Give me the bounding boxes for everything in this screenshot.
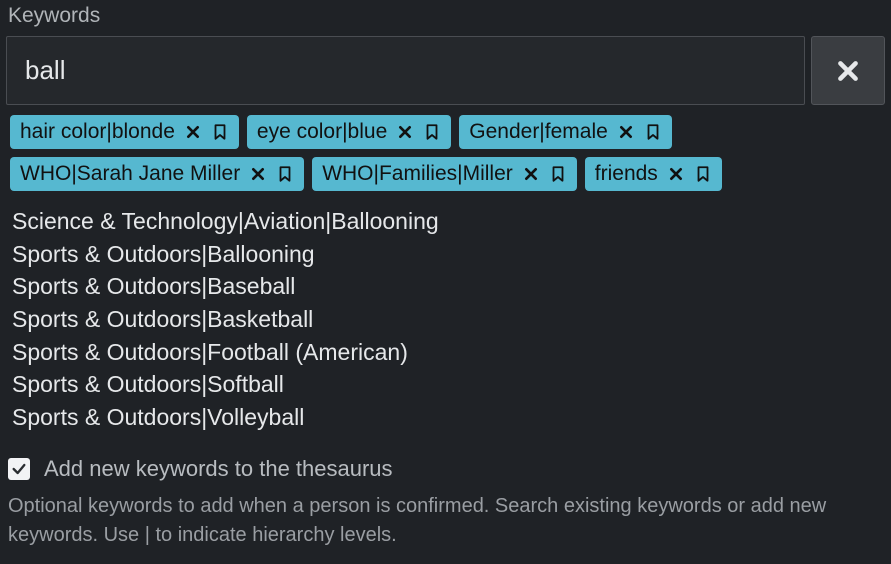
bookmark-tag-button[interactable] <box>644 122 662 142</box>
bookmark-tag-button[interactable] <box>211 122 229 142</box>
bookmark-tag-button[interactable] <box>276 164 294 184</box>
bookmark-tag-button[interactable] <box>549 164 567 184</box>
close-icon <box>250 166 266 182</box>
keyword-tag-label: hair color|blonde <box>20 120 175 144</box>
remove-tag-button[interactable] <box>523 166 539 182</box>
close-icon <box>185 124 201 140</box>
remove-tag-button[interactable] <box>185 124 201 140</box>
suggestion-item[interactable]: Sports & Outdoors|Baseball <box>12 270 885 303</box>
keyword-tag-label: friends <box>595 162 658 186</box>
keywords-search-input[interactable] <box>6 36 805 105</box>
thesaurus-option-row: Add new keywords to the thesaurus <box>6 456 885 482</box>
keyword-tag-label: WHO|Sarah Jane Miller <box>20 162 240 186</box>
keyword-tag: hair color|blonde <box>10 115 239 149</box>
keyword-tag: friends <box>585 157 722 191</box>
keywords-help-text: Optional keywords to add when a person i… <box>6 492 885 550</box>
keyword-tag: WHO|Families|Miller <box>312 157 577 191</box>
suggestion-item[interactable]: Sports & Outdoors|Basketball <box>12 303 885 336</box>
bookmark-icon <box>276 164 294 184</box>
bookmark-icon <box>549 164 567 184</box>
thesaurus-checkbox[interactable] <box>8 458 30 480</box>
suggestion-item[interactable]: Science & Technology|Aviation|Ballooning <box>12 205 885 238</box>
bookmark-icon <box>644 122 662 142</box>
close-icon <box>835 58 861 84</box>
close-icon <box>523 166 539 182</box>
keyword-tag: WHO|Sarah Jane Miller <box>10 157 304 191</box>
keyword-tag-label: WHO|Families|Miller <box>322 162 513 186</box>
bookmark-icon <box>211 122 229 142</box>
remove-tag-button[interactable] <box>668 166 684 182</box>
bookmark-icon <box>423 122 441 142</box>
keyword-tag-label: Gender|female <box>469 120 608 144</box>
close-icon <box>618 124 634 140</box>
search-row <box>6 36 885 105</box>
suggestion-list: Science & Technology|Aviation|Ballooning… <box>6 205 885 434</box>
close-icon <box>397 124 413 140</box>
selected-tags: hair color|blonde eye color|blue Gender|fe… <box>6 115 885 191</box>
remove-tag-button[interactable] <box>397 124 413 140</box>
keyword-tag: eye color|blue <box>247 115 451 149</box>
suggestion-item[interactable]: Sports & Outdoors|Football (American) <box>12 336 885 369</box>
remove-tag-button[interactable] <box>250 166 266 182</box>
keywords-label: Keywords <box>6 4 885 28</box>
clear-search-button[interactable] <box>811 36 885 105</box>
suggestion-item[interactable]: Sports & Outdoors|Softball <box>12 368 885 401</box>
bookmark-tag-button[interactable] <box>694 164 712 184</box>
close-icon <box>668 166 684 182</box>
remove-tag-button[interactable] <box>618 124 634 140</box>
keyword-tag: Gender|female <box>459 115 672 149</box>
keyword-tag-label: eye color|blue <box>257 120 387 144</box>
bookmark-icon <box>694 164 712 184</box>
bookmark-tag-button[interactable] <box>423 122 441 142</box>
check-icon <box>11 461 27 477</box>
thesaurus-checkbox-label: Add new keywords to the thesaurus <box>44 456 393 482</box>
suggestion-item[interactable]: Sports & Outdoors|Ballooning <box>12 238 885 271</box>
suggestion-item[interactable]: Sports & Outdoors|Volleyball <box>12 401 885 434</box>
